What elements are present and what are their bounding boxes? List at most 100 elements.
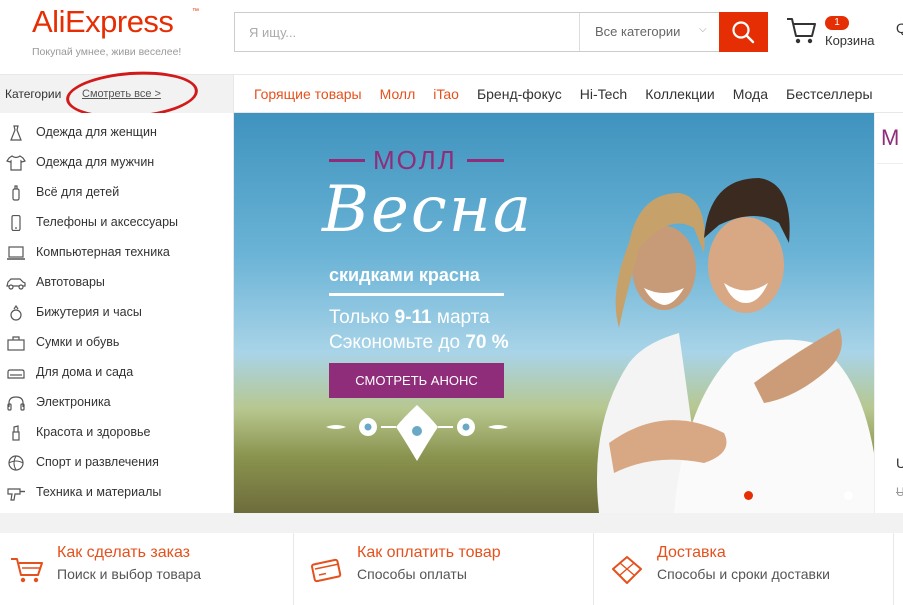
- more-icon[interactable]: Q: [896, 20, 903, 36]
- right-panel-letter: M: [881, 125, 900, 150]
- carousel-dot[interactable]: [844, 491, 853, 500]
- dress-icon: [10, 125, 22, 141]
- info-subtitle: Способы оплаты: [357, 566, 467, 582]
- card-icon: [310, 558, 342, 583]
- mall-line-left: [329, 159, 365, 162]
- sidebar-item-auto[interactable]: Автотовары: [0, 268, 234, 298]
- nav-link-bestsellers[interactable]: Бестселлеры: [786, 75, 873, 113]
- info-title: Как сделать заказ: [57, 544, 190, 561]
- sidebar-item-computers[interactable]: Компьютерная техника: [0, 238, 234, 268]
- sidebar-item-label: Техника и материалы: [36, 485, 162, 499]
- chevron-down-icon: ⌵: [699, 24, 707, 35]
- nav-link-hot-deals[interactable]: Горящие товары: [254, 75, 362, 113]
- categories-header: Категории Смотреть все >: [0, 75, 234, 113]
- baby-bottle-icon: [12, 185, 20, 201]
- bag-icon: [7, 336, 25, 351]
- save-prefix: Сэкономьте до: [329, 332, 466, 353]
- info-delivery[interactable]: Доставка Способы и сроки доставки: [600, 533, 893, 605]
- dates-bold: 9-11: [394, 307, 432, 328]
- sidebar-item-label: Телефоны и аксессуары: [36, 215, 179, 229]
- sidebar-item-label: Сумки и обувь: [36, 335, 120, 349]
- package-icon: [612, 556, 642, 584]
- phone-icon: [11, 215, 21, 231]
- sidebar-item-bags[interactable]: Сумки и обувь: [0, 328, 234, 358]
- sidebar-item-label: Для дома и сада: [36, 365, 134, 379]
- lipstick-icon: [12, 425, 20, 441]
- drill-icon: [7, 488, 25, 501]
- help-info-bar: Как сделать заказ Поиск и выбор товара К…: [0, 533, 903, 605]
- header: AliExpress ™ Покупай умнее, живи веселее…: [0, 0, 903, 74]
- car-icon: [6, 278, 26, 290]
- sidebar-item-tools[interactable]: Техника и материалы: [0, 478, 234, 508]
- nav-link-mall[interactable]: Молл: [380, 75, 416, 113]
- nav-link-itao[interactable]: iTao: [433, 75, 459, 113]
- search-input[interactable]: [235, 13, 579, 51]
- sidebar-item-electronics[interactable]: Электроника: [0, 388, 234, 418]
- categories-label: Категории: [5, 87, 62, 101]
- info-how-to-pay[interactable]: Как оплатить товар Способы оплаты: [300, 533, 593, 605]
- sidebar-item-phones[interactable]: Телефоны и аксессуары: [0, 208, 234, 238]
- search-bar: Все категории ⌵: [234, 12, 768, 52]
- category-sidebar: Одежда для женщин Одежда для мужчин Всё …: [0, 113, 234, 513]
- right-panel-divider: [877, 163, 903, 164]
- sidebar-item-label: Одежда для мужчин: [36, 155, 155, 169]
- nav-link-brand-focus[interactable]: Бренд-фокус: [477, 75, 562, 113]
- ball-icon: [8, 455, 24, 471]
- main-nav: Категории Смотреть все > Горящие товары М…: [0, 74, 903, 113]
- laptop-icon: [7, 246, 25, 260]
- sidebar-item-label: Одежда для женщин: [36, 125, 157, 139]
- info-subtitle: Поиск и выбор товара: [57, 566, 202, 582]
- divider: [293, 533, 294, 605]
- sidebar-item-label: Красота и здоровье: [36, 425, 151, 439]
- mall-line-right: [467, 159, 504, 162]
- sidebar-item-label: Компьютерная техника: [36, 245, 170, 259]
- carousel-dot-active[interactable]: [744, 491, 753, 500]
- right-panel-text: U: [896, 455, 903, 471]
- cart-label: Корзина: [825, 33, 875, 48]
- shirt-icon: [6, 155, 26, 171]
- aliexpress-logo[interactable]: AliExpress ™ Покупай умнее, живи веселее…: [32, 4, 202, 64]
- section-gap: [0, 513, 903, 533]
- sidebar-item-kids[interactable]: Всё для детей: [0, 178, 234, 208]
- banner-cta-button[interactable]: СМОТРЕТЬ АНОНС: [329, 363, 504, 398]
- cart-button[interactable]: 1 Корзина: [786, 14, 886, 54]
- sidebar-item-label: Автотовары: [36, 275, 105, 289]
- banner-dates: Только 9-11 марта: [329, 307, 490, 329]
- search-category-label: Все категории: [595, 24, 681, 39]
- nav-link-collections[interactable]: Коллекции: [645, 75, 715, 113]
- sofa-icon: [7, 369, 25, 379]
- ring-icon: [10, 305, 22, 321]
- sidebar-item-label: Всё для детей: [36, 185, 120, 199]
- info-subtitle: Способы и сроки доставки: [657, 566, 830, 582]
- see-all-link[interactable]: Смотреть все >: [82, 88, 161, 100]
- banner-save: Сэкономьте до 70 %: [329, 332, 509, 354]
- save-bold: 70 %: [465, 332, 509, 353]
- divider: [893, 533, 894, 605]
- sidebar-item-label: Бижутерия и часы: [36, 305, 142, 319]
- sidebar-item-men[interactable]: Одежда для мужчин: [0, 148, 234, 178]
- info-how-to-order[interactable]: Как сделать заказ Поиск и выбор товара: [0, 533, 293, 605]
- sidebar-item-sport[interactable]: Спорт и развлечения: [0, 448, 234, 478]
- promo-banner[interactable]: МОЛЛ Весна скидками красна Только 9-11 м…: [234, 113, 874, 513]
- logo-trademark: ™: [192, 8, 199, 15]
- dates-prefix: Только: [329, 307, 395, 328]
- logo-text: AliExpress: [32, 4, 174, 39]
- info-title: Как оплатить товар: [357, 544, 501, 561]
- cart-icon: [787, 18, 816, 44]
- sidebar-item-women[interactable]: Одежда для женщин: [0, 118, 234, 148]
- divider: [593, 533, 594, 605]
- right-panel-price: U: [896, 485, 903, 499]
- nav-link-hitech[interactable]: Hi-Tech: [580, 75, 627, 113]
- search-category-select[interactable]: Все категории ⌵: [579, 13, 719, 51]
- nav-link-fashion[interactable]: Мода: [733, 75, 768, 113]
- dates-suffix: марта: [431, 307, 490, 328]
- banner-subtitle: скидками красна: [329, 265, 480, 285]
- sidebar-item-home[interactable]: Для дома и сада: [0, 358, 234, 388]
- search-button[interactable]: [719, 12, 768, 52]
- sidebar-item-beauty[interactable]: Красота и здоровье: [0, 418, 234, 448]
- cart-icon: [11, 558, 43, 583]
- sidebar-item-label: Спорт и развлечения: [36, 455, 159, 469]
- sidebar-item-jewelry[interactable]: Бижутерия и часы: [0, 298, 234, 328]
- sidebar-item-label: Электроника: [36, 395, 111, 409]
- banner-title: Весна: [322, 173, 534, 247]
